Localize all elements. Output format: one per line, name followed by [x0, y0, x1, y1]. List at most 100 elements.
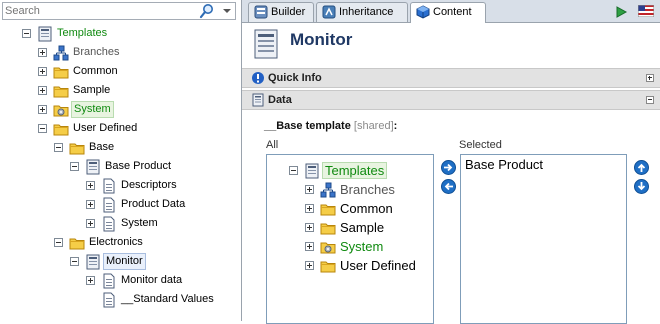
system-folder-icon [53, 102, 69, 118]
selected-list-label: Selected [459, 139, 502, 151]
add-arrow-right-icon[interactable] [441, 160, 456, 175]
tree-node-label[interactable]: Sample [71, 81, 112, 100]
collapse-icon[interactable] [38, 124, 47, 133]
all-items-tree[interactable]: Templates Branches Common Sample System User … [266, 154, 434, 324]
tree-node-label[interactable]: __Standard Values [119, 290, 216, 309]
section-title: Data [268, 94, 292, 106]
folder-icon [320, 258, 336, 274]
expand-icon[interactable] [305, 204, 314, 213]
tab-content[interactable]: Content [410, 2, 486, 23]
data-section-body: __Base template [shared]: All Selected T… [242, 111, 660, 324]
folder-icon [53, 64, 69, 80]
collapse-icon[interactable] [22, 29, 31, 38]
field-name: __Base template [264, 120, 351, 132]
folder-icon [53, 121, 69, 137]
document-icon [101, 273, 117, 289]
language-flag-icon[interactable] [637, 4, 655, 18]
collapse-icon[interactable] [54, 143, 63, 152]
tab-builder[interactable]: Builder [248, 2, 314, 22]
search-input[interactable] [5, 4, 195, 18]
template-icon [304, 163, 320, 179]
content-cube-icon [416, 5, 430, 19]
collapse-icon[interactable] [289, 166, 298, 175]
tab-inheritance[interactable]: Inheritance [316, 2, 408, 22]
tree-node-label[interactable]: Common [71, 62, 120, 81]
field-label: __Base template [shared]: [264, 120, 397, 132]
tree-node-label[interactable]: Sample [338, 218, 386, 237]
system-folder-icon [320, 239, 336, 255]
collapse-icon[interactable] [54, 238, 63, 247]
move-down-arrow-icon[interactable] [634, 179, 649, 194]
item-header: Monitor [242, 23, 660, 67]
expand-icon[interactable] [86, 200, 95, 209]
selected-items-list[interactable]: Base Product [460, 154, 627, 324]
template-icon [85, 254, 101, 270]
builder-icon [254, 5, 268, 19]
expand-icon[interactable] [305, 242, 314, 251]
expand-icon[interactable] [86, 219, 95, 228]
template-icon [37, 26, 53, 42]
folder-icon [69, 140, 85, 156]
item-title: Monitor [290, 30, 353, 49]
section-quick-info[interactable]: Quick Info [242, 68, 660, 88]
expand-icon[interactable] [305, 223, 314, 232]
collapse-icon[interactable] [646, 96, 654, 104]
folder-icon [69, 235, 85, 251]
tab-label: Builder [271, 6, 306, 18]
tree-node-label[interactable]: Descriptors [119, 176, 179, 195]
tab-label: Inheritance [339, 6, 394, 18]
search-icon[interactable] [199, 3, 215, 19]
collapse-icon[interactable] [70, 162, 79, 171]
tree-node-label[interactable]: Electronics [87, 233, 145, 252]
editor-tabs: Builder Inheritance Content [242, 0, 660, 23]
expand-icon[interactable] [86, 276, 95, 285]
folder-icon [320, 220, 336, 236]
search-options-chevron-down-icon[interactable] [221, 5, 233, 17]
editor-pane: Builder Inheritance Content Monitor Quic… [242, 0, 660, 324]
tree-node-label[interactable]: Base [87, 138, 116, 157]
field-colon: : [393, 120, 398, 132]
tree-node-label[interactable]: System [119, 214, 160, 233]
template-icon [85, 159, 101, 175]
collapse-icon[interactable] [70, 257, 79, 266]
tree-node-label[interactable]: Templates [322, 162, 388, 179]
expand-icon[interactable] [305, 261, 314, 270]
selected-item[interactable]: Base Product [465, 157, 543, 172]
expand-icon[interactable] [38, 67, 47, 76]
expand-icon[interactable] [38, 48, 47, 57]
folder-icon [320, 201, 336, 217]
expand-icon[interactable] [646, 74, 654, 82]
expand-icon[interactable] [86, 181, 95, 190]
folder-icon [53, 83, 69, 99]
navigate-forward-icon[interactable] [614, 4, 630, 20]
tree-node-label[interactable]: Branches [71, 43, 121, 62]
tree-node-label[interactable]: System [71, 101, 114, 118]
tree-node-label[interactable]: System [338, 237, 385, 256]
branch-icon [53, 45, 69, 61]
tree-node-label[interactable]: Monitor [103, 253, 146, 270]
section-title: Quick Info [268, 72, 322, 84]
document-icon [101, 197, 117, 213]
document-icon [101, 216, 117, 232]
expand-icon[interactable] [38, 105, 47, 114]
field-shared-marker: [shared] [353, 120, 394, 132]
tree-node-label[interactable]: Templates [55, 24, 109, 43]
tree-node-label[interactable]: User Defined [338, 256, 418, 275]
template-icon [254, 29, 278, 59]
remove-arrow-left-icon[interactable] [441, 179, 456, 194]
tree-node-label[interactable]: Base Product [103, 157, 173, 176]
tree-node-label[interactable]: Monitor data [119, 271, 184, 290]
tab-label: Content [433, 6, 472, 18]
tree-node-label[interactable]: User Defined [71, 119, 139, 138]
tree-node-label[interactable]: Product Data [119, 195, 187, 214]
all-list-label: All [266, 139, 279, 151]
content-tree-pane: TemplatesBranchesCommonSampleSystemUser … [0, 0, 242, 321]
move-up-arrow-icon[interactable] [634, 160, 649, 175]
tree-node-label[interactable]: Branches [338, 180, 397, 199]
search-box [2, 2, 236, 20]
tree-node-label[interactable]: Common [338, 199, 395, 218]
section-data[interactable]: Data [242, 90, 660, 110]
expand-icon[interactable] [38, 86, 47, 95]
expand-icon[interactable] [305, 185, 314, 194]
info-icon [251, 71, 265, 85]
